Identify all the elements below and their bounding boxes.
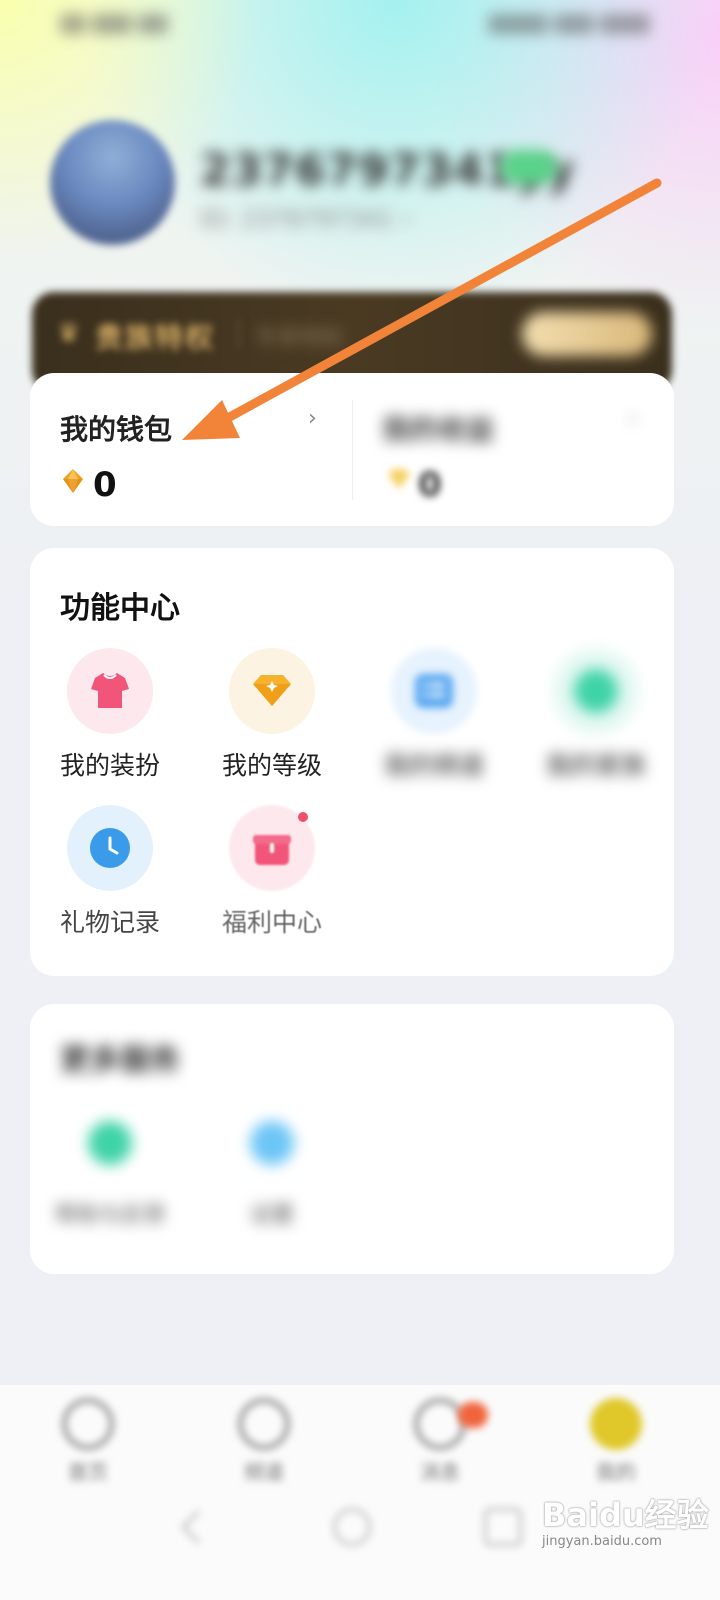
profile-icon: [590, 1398, 642, 1450]
noble-divider: [238, 320, 240, 348]
function-item-label: 我的等级: [221, 751, 322, 780]
watermark-url: jingyan.baidu.com: [542, 1534, 662, 1549]
nav-label: 我的: [596, 1460, 636, 1484]
nav-label: 频道: [244, 1460, 284, 1484]
list-icon: [415, 674, 453, 708]
nav-tab-home[interactable]: 首页: [38, 1398, 138, 1485]
gift-record-icon-bg: [67, 805, 153, 891]
family-icon-bg: [553, 648, 639, 734]
diamond-icon: [63, 469, 83, 493]
chevron-right-icon: ›: [628, 406, 637, 431]
function-center-title: 功能中心: [60, 591, 180, 626]
service-item-settings[interactable]: 设置: [202, 1105, 342, 1245]
user-id[interactable]: ID: 2376797341 ›: [200, 205, 411, 233]
nav-tab-profile[interactable]: 我的: [566, 1398, 666, 1485]
my-wallet-entry[interactable]: [30, 373, 352, 526]
shirt-icon: [91, 673, 129, 708]
diamond-icon: [253, 675, 291, 706]
service-item-label: 设置: [249, 1203, 294, 1228]
outfit-icon-bg: [67, 648, 153, 734]
service-item-label: 帮助与反馈: [54, 1203, 165, 1228]
earnings-title[interactable]: 我的收益: [382, 408, 494, 448]
noble-open-button[interactable]: [522, 312, 652, 356]
wallet-title: 我的钱包: [60, 413, 173, 446]
service-item-help-feedback[interactable]: 帮助与反馈: [40, 1105, 180, 1245]
function-item-my-outfit[interactable]: 我的装扮: [40, 648, 180, 788]
help-icon-bg: [67, 1105, 153, 1191]
status-bar-right: [450, 14, 650, 36]
noble-subtitle: 专享特权: [255, 326, 344, 351]
nav-label: 消息: [420, 1460, 460, 1484]
function-item-label: 礼物记录: [59, 908, 160, 937]
help-icon: [88, 1121, 132, 1165]
wallet-divider: [352, 400, 353, 500]
wallet-balance: 0: [93, 465, 117, 505]
settings-icon: [250, 1121, 294, 1165]
avatar[interactable]: [50, 120, 175, 245]
crown-icon: ♛: [57, 318, 81, 348]
status-bar-left: [60, 14, 190, 36]
function-item-label: 我的家族: [545, 751, 646, 780]
nav-tab-channel[interactable]: 频道: [214, 1398, 314, 1485]
watermark-logo: Baidu经验: [542, 1496, 709, 1534]
function-item-label: 我的频道: [383, 751, 484, 780]
function-item-welfare-center[interactable]: 福利中心: [202, 805, 342, 945]
function-item-my-level[interactable]: 我的等级: [202, 648, 342, 788]
gem-icon: [388, 469, 410, 489]
function-item-my-channel[interactable]: 我的频道: [364, 648, 504, 788]
clock-icon: [90, 828, 130, 868]
message-icon: [414, 1398, 466, 1450]
channel-icon: [238, 1398, 290, 1450]
home-icon: [62, 1398, 114, 1450]
channel-icon-bg: [391, 648, 477, 734]
level-chip: [500, 150, 558, 184]
function-item-label: 福利中心: [221, 908, 322, 937]
notification-dot: [298, 812, 308, 822]
nav-label: 首页: [68, 1460, 108, 1484]
baidu-watermark: Baidu经验 jingyan.baidu.com: [542, 1490, 712, 1580]
level-icon-bg: [229, 648, 315, 734]
chevron-right-icon: ›: [308, 406, 317, 431]
earnings-value: 0: [418, 465, 442, 505]
message-badge: [458, 1402, 488, 1428]
more-services-title: 更多服务: [60, 1043, 180, 1078]
group-icon: [574, 669, 618, 713]
function-item-label: 我的装扮: [59, 751, 160, 780]
function-item-gift-record[interactable]: 礼物记录: [40, 805, 180, 945]
settings-icon-bg: [229, 1105, 315, 1191]
noble-title: 贵族特权: [95, 321, 216, 354]
function-item-my-family[interactable]: 我的家族: [526, 648, 666, 788]
recents-icon[interactable]: [484, 1508, 522, 1546]
home-button-icon[interactable]: [333, 1508, 371, 1546]
